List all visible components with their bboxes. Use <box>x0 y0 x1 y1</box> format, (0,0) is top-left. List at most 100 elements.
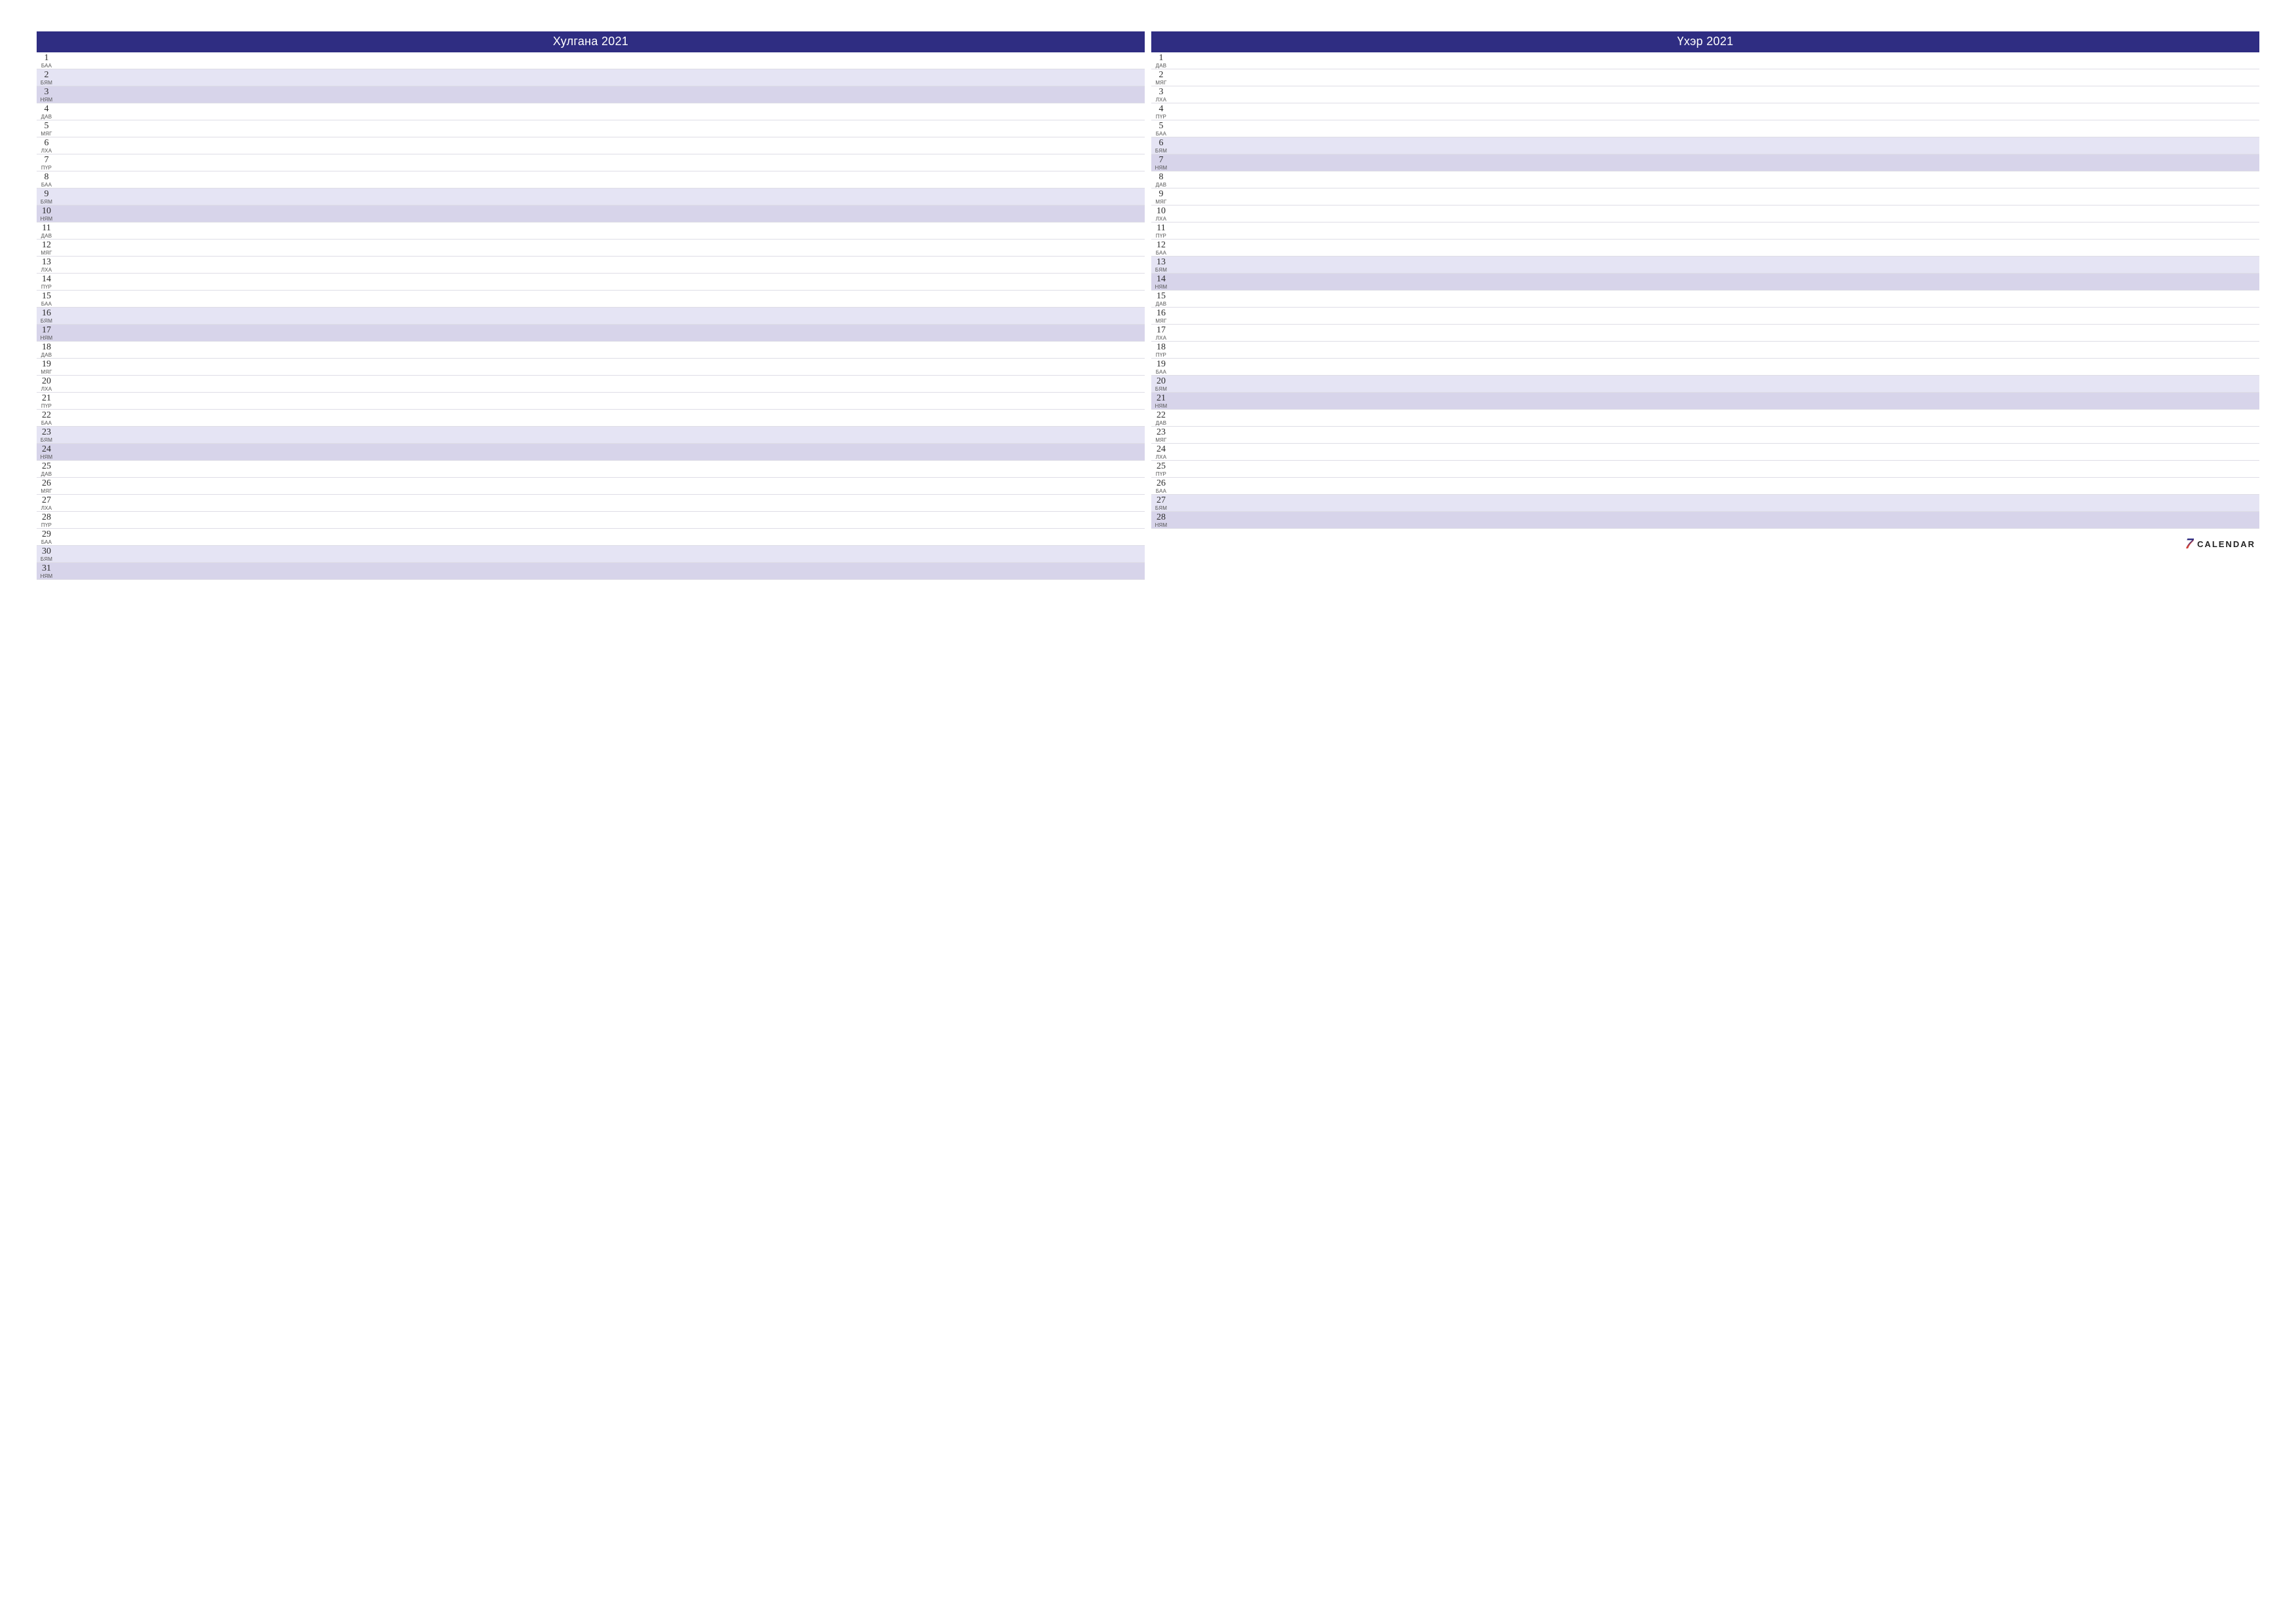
day-note-area <box>56 495 1145 511</box>
day-date: 8ДАВ <box>1151 171 1171 188</box>
day-row: 16МЯГ <box>1151 308 2259 325</box>
day-note-area <box>1171 512 2259 528</box>
day-date: 3НЯМ <box>37 86 56 103</box>
day-weekday: МЯГ <box>1151 80 1171 86</box>
day-note-area <box>1171 188 2259 205</box>
day-number: 20 <box>1151 377 1171 386</box>
day-row: 9БЯМ <box>37 188 1145 205</box>
day-weekday: БАА <box>1151 132 1171 137</box>
day-row: 4ПҮР <box>1151 103 2259 120</box>
day-row: 17ЛХА <box>1151 325 2259 342</box>
day-note-area <box>56 274 1145 290</box>
day-date: 11ПҮР <box>1151 223 1171 239</box>
day-weekday: МЯГ <box>37 132 56 137</box>
day-number: 13 <box>1151 258 1171 267</box>
day-weekday: ДАВ <box>1151 63 1171 69</box>
day-note-area <box>1171 120 2259 137</box>
day-date: 12МЯГ <box>37 240 56 256</box>
day-number: 5 <box>37 122 56 131</box>
day-date: 21ПҮР <box>37 393 56 409</box>
day-date: 7ПҮР <box>37 154 56 171</box>
day-weekday: БЯМ <box>37 557 56 562</box>
day-weekday: ЛХА <box>37 149 56 154</box>
day-note-area <box>56 120 1145 137</box>
day-row: 31НЯМ <box>37 563 1145 580</box>
day-weekday: БАА <box>1151 489 1171 494</box>
day-date: 13БЯМ <box>1151 257 1171 273</box>
day-date: 28ПҮР <box>37 512 56 528</box>
day-note-area <box>56 52 1145 69</box>
day-weekday: ЛХА <box>37 387 56 392</box>
day-row: 4ДАВ <box>37 103 1145 120</box>
day-note-area <box>56 240 1145 256</box>
day-weekday: ЛХА <box>1151 455 1171 460</box>
day-date: 9МЯГ <box>1151 188 1171 205</box>
day-row: 13БЯМ <box>1151 257 2259 274</box>
day-date: 28НЯМ <box>1151 512 1171 528</box>
day-row: 3ЛХА <box>1151 86 2259 103</box>
day-date: 2БЯМ <box>37 69 56 86</box>
day-note-area <box>1171 171 2259 188</box>
day-note-area <box>56 223 1145 239</box>
day-date: 29БАА <box>37 529 56 545</box>
day-date: 20БЯМ <box>1151 376 1171 392</box>
day-row: 12МЯГ <box>37 240 1145 257</box>
day-date: 5БАА <box>1151 120 1171 137</box>
day-weekday: БЯМ <box>37 80 56 86</box>
day-date: 10НЯМ <box>37 205 56 222</box>
day-row: 30БЯМ <box>37 546 1145 563</box>
day-number: 25 <box>1151 462 1171 471</box>
day-number: 14 <box>37 275 56 284</box>
day-row: 6БЯМ <box>1151 137 2259 154</box>
day-row: 6ЛХА <box>37 137 1145 154</box>
day-weekday: НЯМ <box>37 455 56 460</box>
day-date: 15ДАВ <box>1151 291 1171 307</box>
day-number: 7 <box>37 156 56 165</box>
day-number: 12 <box>1151 241 1171 250</box>
day-weekday: БАА <box>37 183 56 188</box>
day-date: 30БЯМ <box>37 546 56 562</box>
day-date: 11ДАВ <box>37 223 56 239</box>
day-note-area <box>56 188 1145 205</box>
day-note-area <box>56 410 1145 426</box>
day-weekday: ЛХА <box>37 268 56 273</box>
day-number: 24 <box>1151 445 1171 454</box>
day-row: 17НЯМ <box>37 325 1145 342</box>
planner: Хулгана 2021 1БАА2БЯМ3НЯМ4ДАВ5МЯГ6ЛХА7ПҮ… <box>37 31 2259 580</box>
day-note-area <box>56 444 1145 460</box>
day-date: 5МЯГ <box>37 120 56 137</box>
day-weekday: НЯМ <box>1151 523 1171 528</box>
day-row: 14НЯМ <box>1151 274 2259 291</box>
day-date: 18ДАВ <box>37 342 56 358</box>
day-weekday: МЯГ <box>1151 319 1171 324</box>
day-number: 30 <box>37 547 56 556</box>
day-date: 22БАА <box>37 410 56 426</box>
day-weekday: ПҮР <box>37 285 56 290</box>
day-number: 20 <box>37 377 56 386</box>
day-note-area <box>1171 444 2259 460</box>
day-note-area <box>1171 325 2259 341</box>
day-weekday: БЯМ <box>37 200 56 205</box>
day-number: 6 <box>1151 139 1171 148</box>
month-column-1: Хулгана 2021 1БАА2БЯМ3НЯМ4ДАВ5МЯГ6ЛХА7ПҮ… <box>37 31 1145 580</box>
day-row: 14ПҮР <box>37 274 1145 291</box>
day-note-area <box>1171 86 2259 103</box>
day-number: 14 <box>1151 275 1171 284</box>
day-note-area <box>56 103 1145 120</box>
days-list-1: 1БАА2БЯМ3НЯМ4ДАВ5МЯГ6ЛХА7ПҮР8БАА9БЯМ10НЯ… <box>37 52 1145 580</box>
day-note-area <box>1171 69 2259 86</box>
day-row: 20ЛХА <box>37 376 1145 393</box>
day-date: 22ДАВ <box>1151 410 1171 426</box>
day-date: 10ЛХА <box>1151 205 1171 222</box>
day-row: 29БАА <box>37 529 1145 546</box>
day-row: 5БАА <box>1151 120 2259 137</box>
day-note-area <box>56 308 1145 324</box>
day-number: 10 <box>1151 207 1171 216</box>
day-number: 23 <box>37 428 56 437</box>
day-row: 21ПҮР <box>37 393 1145 410</box>
day-date: 1БАА <box>37 52 56 69</box>
day-number: 28 <box>37 513 56 522</box>
day-number: 24 <box>37 445 56 454</box>
day-row: 28ПҮР <box>37 512 1145 529</box>
day-number: 21 <box>37 394 56 403</box>
